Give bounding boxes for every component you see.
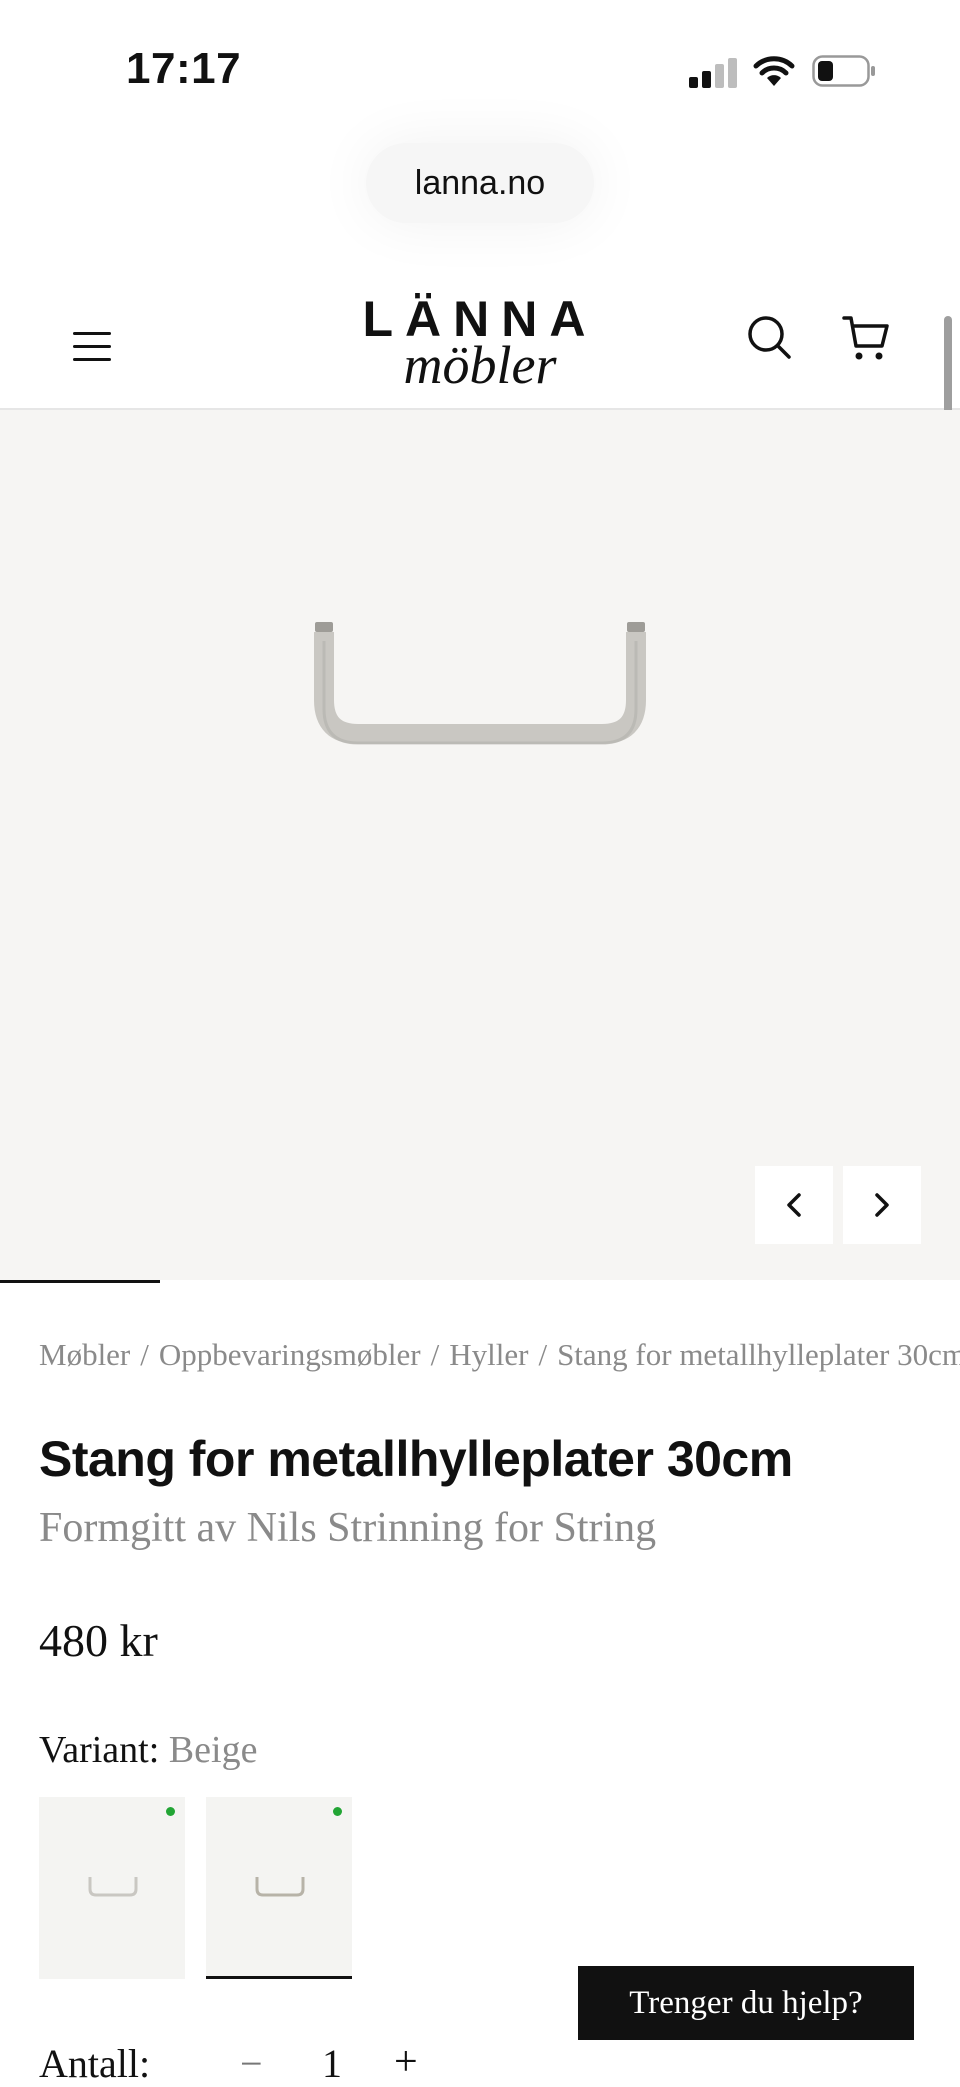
battery-icon — [812, 55, 876, 87]
breadcrumb-separator: / — [140, 1337, 149, 1372]
quantity-value[interactable]: 1 — [322, 2040, 342, 2087]
breadcrumb-link-mobler[interactable]: Møbler — [39, 1337, 130, 1372]
gallery-prev-button[interactable] — [755, 1166, 833, 1244]
cart-icon[interactable] — [842, 314, 890, 367]
url-text: lanna.no — [414, 163, 546, 202]
chevron-right-icon — [875, 1193, 889, 1217]
site-header: LÄNNA möbler — [0, 276, 960, 410]
variant-label-text: Variant: — [39, 1729, 160, 1771]
variant-label: Variant: Beige — [39, 1728, 257, 1772]
quantity-label: Antall: — [39, 2041, 151, 2086]
address-bar[interactable]: lanna.no — [366, 143, 594, 223]
chevron-left-icon — [787, 1193, 801, 1217]
breadcrumb-link-hyller[interactable]: Hyller — [449, 1337, 528, 1372]
cellular-signal-icon — [689, 58, 737, 88]
search-icon[interactable] — [746, 314, 792, 365]
in-stock-indicator — [333, 1807, 342, 1816]
gallery-next-button[interactable] — [843, 1166, 921, 1244]
breadcrumb-separator: / — [430, 1337, 440, 1372]
selected-swatch-indicator — [206, 1976, 352, 1979]
in-stock-indicator — [166, 1807, 175, 1816]
logo-subtitle[interactable]: möbler — [0, 334, 960, 396]
variant-selected-value: Beige — [168, 1729, 258, 1771]
product-price: 480 kr — [39, 1615, 158, 1666]
help-chat-button[interactable]: Trenger du hjelp? — [578, 1966, 914, 2040]
variant-swatch[interactable] — [39, 1797, 185, 1979]
quantity-decrease-button[interactable]: − — [240, 2040, 263, 2087]
breadcrumb-separator: / — [538, 1337, 548, 1372]
status-time: 17:17 — [126, 44, 242, 93]
gallery-progress-indicator — [0, 1280, 160, 1283]
breadcrumb-current: Stang for metallhylleplater 30cm — [557, 1337, 960, 1372]
product-designer: Formgitt av Nils Strinning for String — [39, 1505, 657, 1551]
product-image — [300, 610, 660, 765]
breadcrumb-link-oppbevaringsmobler[interactable]: Oppbevaringsmøbler — [159, 1337, 421, 1372]
wifi-icon — [752, 54, 796, 93]
quantity-increase-button[interactable]: + — [394, 2038, 418, 2086]
breadcrumb: Møbler / Oppbevaringsmøbler / Hyller / Stang f… — [39, 1337, 960, 1373]
swatch-thumbnail — [88, 1877, 138, 1897]
swatch-thumbnail — [255, 1877, 305, 1897]
product-title: Stang for metallhylleplater 30cm — [39, 1431, 793, 1487]
variant-swatch-selected[interactable] — [206, 1797, 352, 1979]
product-gallery — [0, 410, 960, 1280]
